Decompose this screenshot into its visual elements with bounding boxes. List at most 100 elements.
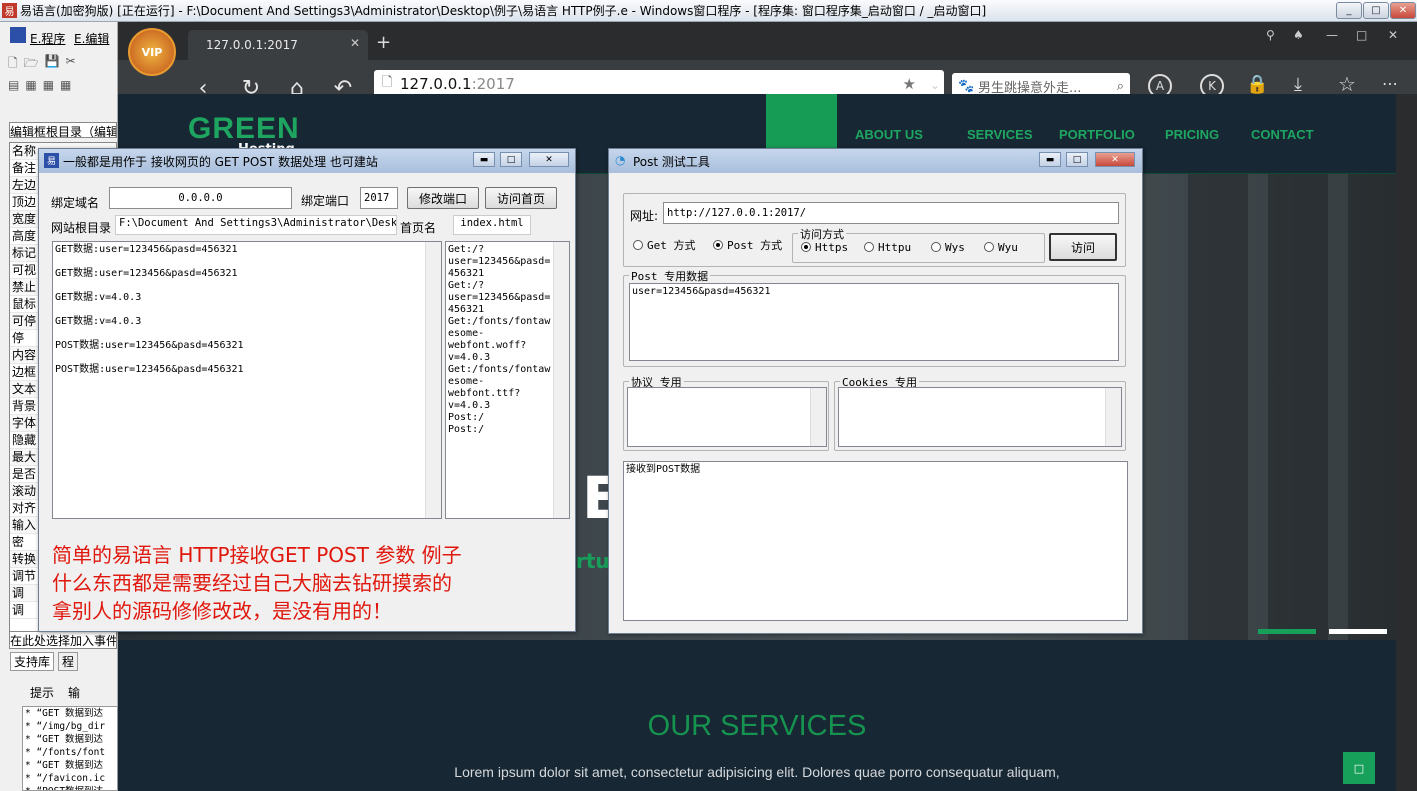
close-button[interactable]: ✕ <box>1390 2 1416 19</box>
cut-icon[interactable]: ✂ <box>66 54 76 72</box>
grid-icon[interactable]: ▦ <box>25 78 36 96</box>
tab-localhost[interactable]: 127.0.0.1:2017 ✕ <box>188 30 368 60</box>
nav-about[interactable]: ABOUT US <box>855 127 923 142</box>
app-icon: 易 <box>2 3 17 18</box>
log-line: Get:/fonts/fontaw <box>448 316 551 327</box>
nav-contact[interactable]: CONTACT <box>1251 127 1314 142</box>
wyu-radio[interactable]: Wyu <box>984 241 1018 254</box>
browser-scrollbar[interactable] <box>1396 94 1417 791</box>
close-icon[interactable]: ✕ <box>1388 28 1398 42</box>
red-note-3: 拿别人的源码修修改改，是没有用的！ <box>52 599 392 623</box>
root-input[interactable]: F:\Document And Settings3\Administrator\… <box>115 215 397 235</box>
maximize-icon[interactable]: □ <box>1356 28 1367 42</box>
log-line: v=4.0.3 <box>448 400 491 411</box>
save-icon[interactable]: 💾 <box>45 54 60 72</box>
url-input[interactable]: http://127.0.0.1:2017/ <box>663 202 1119 224</box>
address-bar[interactable]: 🗋 127.0.0.1:2017 ★ <box>374 70 944 97</box>
bottom-tabs: 支持库 程 <box>10 652 79 671</box>
post-tool-window: ◔ Post 测试工具 ▬ □ ✕ 网址: http://127.0.0.1:2… <box>608 148 1143 634</box>
tab-support-lib[interactable]: 支持库 <box>10 652 55 671</box>
align-icon[interactable]: ▤ <box>8 78 19 96</box>
https-radio[interactable]: Https <box>801 241 848 254</box>
download-icon[interactable]: ⤓ <box>1294 74 1302 95</box>
ide-title: 易语言(加密狗版) [正在运行] - F:\Document And Setti… <box>20 4 987 18</box>
nav-services[interactable]: SERVICES <box>967 127 1033 142</box>
log-line: webfont.ttf? <box>448 388 521 399</box>
tab-hint[interactable]: 提示 <box>30 684 54 701</box>
red-note-2: 什么东西都是需要经过自己大脑去钻研摸索的 <box>52 571 452 595</box>
tab-program[interactable]: 程 <box>58 652 79 671</box>
skin-icon[interactable]: ♠ <box>1293 28 1304 42</box>
minimize-icon[interactable]: — <box>1326 28 1338 42</box>
chevron-down-icon[interactable]: ⌄ <box>930 78 940 92</box>
server-window-title: 一般都是用作于 接收网页的 GET POST 数据处理 也可建站 <box>63 154 378 169</box>
slider-dot-active[interactable] <box>1258 629 1316 634</box>
log-line: esome- <box>448 376 485 387</box>
log-right[interactable]: Get:/? user=123456&pasd= 456321 Get:/? user=… <box>445 241 570 519</box>
log-line: GET数据:user=123456&pasd=456321 <box>55 244 238 255</box>
minimize-button[interactable]: ▬ <box>473 152 495 167</box>
url-label: 网址: <box>630 209 659 223</box>
output-line: * “GET 数据到达 <box>25 708 104 719</box>
log-line: Get:/fonts/fontaw <box>448 364 551 375</box>
close-button[interactable]: ✕ <box>529 152 569 167</box>
log-line: v=4.0.3 <box>448 352 491 363</box>
output-tabs: 提示 输 <box>30 684 80 701</box>
log-line: Post:/ <box>448 412 485 423</box>
change-port-button[interactable]: 修改端口 <box>407 187 479 209</box>
output-line: * “GET 数据到达 <box>25 734 104 745</box>
open-icon[interactable]: 🗁 <box>24 54 39 72</box>
close-tab-icon[interactable]: ✕ <box>350 36 360 50</box>
favorites-icon[interactable]: ☆ <box>1338 72 1356 96</box>
url-host: 127.0.0.1 <box>400 74 472 93</box>
services-title: OUR SERVICES <box>647 710 867 742</box>
get-radio[interactable]: Get 方式 <box>633 237 696 253</box>
property-header: 编辑框根目录（编辑 <box>9 122 117 138</box>
log-line: user=123456&pasd= <box>448 292 551 303</box>
nav-portfolio[interactable]: PORTFOLIO <box>1059 127 1135 142</box>
output-line: * “/img/bg_dir <box>25 721 106 732</box>
maximize-button[interactable]: □ <box>1363 2 1389 19</box>
log-line: Get:/? <box>448 280 485 291</box>
port-input[interactable]: 2017 <box>360 187 398 209</box>
back-to-top-button[interactable]: □ <box>1343 752 1375 784</box>
bag-icon[interactable]: 🔒 <box>1246 74 1268 95</box>
star-icon[interactable]: ★ <box>903 75 916 93</box>
ide-title-bar: 易 易语言(加密狗版) [正在运行] - F:\Document And Set… <box>0 0 1417 22</box>
maximize-button[interactable]: □ <box>500 152 522 167</box>
grid-icon[interactable]: ▦ <box>60 78 71 96</box>
new-tab-icon[interactable]: + <box>376 32 391 53</box>
post-data-input[interactable]: user=123456&pasd=456321 <box>629 283 1119 361</box>
cookies-input[interactable] <box>838 387 1122 447</box>
log-left[interactable]: GET数据:user=123456&pasd=456321 GET数据:user=… <box>52 241 442 519</box>
received-output[interactable]: 接收到POST数据 <box>623 461 1128 621</box>
new-icon[interactable]: 🗋 <box>8 54 18 72</box>
minimize-button[interactable]: ▬ <box>1039 152 1061 167</box>
protocol-input[interactable] <box>627 387 827 447</box>
domain-input[interactable]: 0.0.0.0 <box>109 187 292 209</box>
wys-radio[interactable]: Wys <box>931 241 965 254</box>
grid-icon[interactable]: ▦ <box>43 78 54 96</box>
menu-program[interactable]: E.程序 <box>30 30 65 47</box>
menu-edit[interactable]: E.编辑 <box>74 30 109 47</box>
log-line: GET数据:v=4.0.3 <box>55 292 142 303</box>
log-line: webfont.woff? <box>448 340 527 351</box>
tab-output[interactable]: 输 <box>68 684 80 701</box>
post-radio[interactable]: Post 方式 <box>713 237 782 253</box>
event-select[interactable]: 在此处选择加入事件 <box>9 631 117 649</box>
search-icon[interactable]: ⌕ <box>1117 79 1124 94</box>
slider-dot[interactable] <box>1329 629 1387 634</box>
maximize-button[interactable]: □ <box>1066 152 1088 167</box>
httpu-radio[interactable]: Httpu <box>864 241 911 254</box>
close-button[interactable]: ✕ <box>1095 152 1135 167</box>
more-menu-icon[interactable]: ⋯ <box>1382 74 1398 93</box>
nav-pricing[interactable]: PRICING <box>1165 127 1219 142</box>
post-tool-titlebar: ◔ Post 测试工具 ▬ □ ✕ <box>609 149 1142 173</box>
pin-icon[interactable]: ⚲ <box>1266 28 1275 42</box>
output-line: * “/favicon.ic <box>25 773 106 784</box>
visit-home-button[interactable]: 访问首页 <box>485 187 557 209</box>
visit-button[interactable]: 访问 <box>1049 233 1117 261</box>
index-input[interactable]: index.html <box>453 215 531 235</box>
minimize-button[interactable]: _ <box>1336 2 1362 19</box>
site-logo[interactable]: GREEN <box>188 112 300 146</box>
